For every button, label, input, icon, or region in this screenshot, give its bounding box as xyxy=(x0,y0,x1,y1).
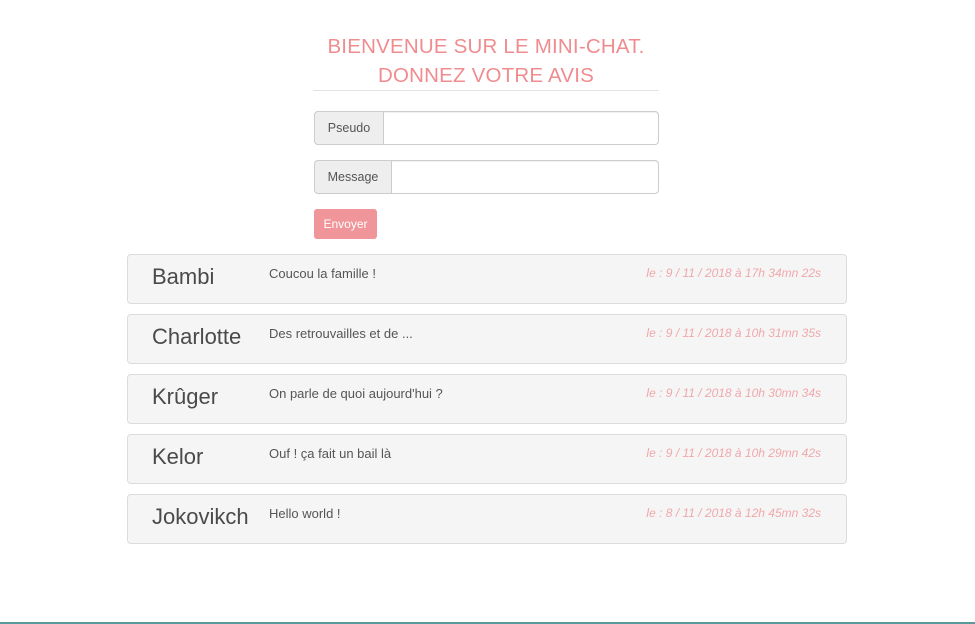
message-item: Bambi Coucou la famille ! le : 9 / 11 / … xyxy=(127,254,847,304)
message-input[interactable] xyxy=(391,160,659,194)
message-text: Ouf ! ça fait un bail là xyxy=(269,446,392,461)
message-item: Kelor Ouf ! ça fait un bail là le : 9 / … xyxy=(127,434,847,484)
message-item: Jokovikch Hello world ! le : 8 / 11 / 20… xyxy=(127,494,847,544)
message-author: Charlotte xyxy=(152,324,242,349)
page-title-line-2: DONNEZ VOTRE AVIS xyxy=(377,64,595,87)
send-button[interactable]: Envoyer xyxy=(314,209,377,239)
message-label: Message xyxy=(314,160,391,194)
message-date: le : 9 / 11 / 2018 à 10h 30mn 34s xyxy=(646,386,821,400)
message-input-group: Message xyxy=(314,160,659,194)
message-date: le : 9 / 11 / 2018 à 10h 31mn 35s xyxy=(646,326,821,340)
message-list: Bambi Coucou la famille ! le : 9 / 11 / … xyxy=(127,254,847,554)
pseudo-input-group: Pseudo xyxy=(314,111,659,145)
message-text: Des retrouvailles et de ... xyxy=(269,326,413,341)
message-date: le : 8 / 11 / 2018 à 12h 45mn 32s xyxy=(646,506,821,520)
message-item: Krûger On parle de quoi aujourd'hui ? le… xyxy=(127,374,847,424)
message-author: Jokovikch xyxy=(152,504,249,529)
title-divider xyxy=(313,90,659,91)
message-date: le : 9 / 11 / 2018 à 17h 34mn 22s xyxy=(646,266,821,280)
message-author: Bambi xyxy=(152,264,215,289)
message-date: le : 9 / 11 / 2018 à 10h 29mn 42s xyxy=(646,446,821,460)
message-author: Kelor xyxy=(152,444,204,469)
page-title: BIENVENUE SUR LE MINI-CHAT. DONNEZ VOTRE… xyxy=(313,32,659,90)
message-text: Hello world ! xyxy=(269,506,341,521)
pseudo-label: Pseudo xyxy=(314,111,383,145)
page-title-line-1: BIENVENUE SUR LE MINI-CHAT. xyxy=(327,35,645,58)
message-author: Krûger xyxy=(152,384,219,409)
message-text: Coucou la famille ! xyxy=(269,266,376,281)
message-item: Charlotte Des retrouvailles et de ... le… xyxy=(127,314,847,364)
mini-chat-page: BIENVENUE SUR LE MINI-CHAT. DONNEZ VOTRE… xyxy=(0,0,975,624)
pseudo-input[interactable] xyxy=(383,111,659,145)
message-text: On parle de quoi aujourd'hui ? xyxy=(269,386,443,401)
